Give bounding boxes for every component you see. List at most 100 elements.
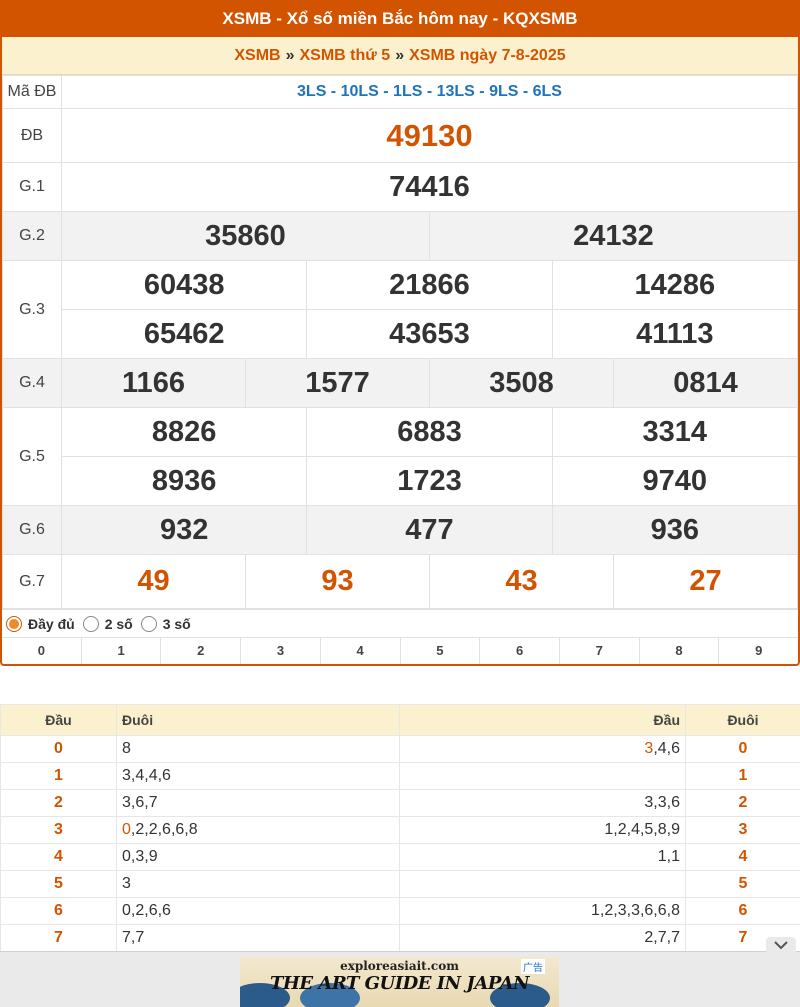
prize-g6-3: 936 bbox=[552, 506, 797, 555]
radio-icon[interactable] bbox=[83, 616, 99, 632]
ad-site: exploreasiait.com bbox=[240, 959, 559, 973]
prize-g4-1: 1166 bbox=[62, 359, 246, 408]
loto-values: 1,1 bbox=[658, 848, 680, 865]
loto-header-dau: Đầu bbox=[1, 705, 117, 736]
loto-table: Đầu Đuôi Đầu Đuôi 0 8 3,4,6 0 1 3,4,4,6 … bbox=[0, 704, 800, 952]
loto-digit: 4 bbox=[686, 844, 800, 871]
loto-values: ,4,6 bbox=[653, 740, 680, 757]
option-full[interactable]: Đầy đủ bbox=[6, 616, 75, 632]
digit-button-4[interactable]: 4 bbox=[320, 638, 400, 664]
loto-values: 7,7 bbox=[122, 929, 144, 946]
breadcrumb: XSMB»XSMB thứ 5»XSMB ngày 7-8-2025 bbox=[2, 37, 798, 75]
loto-values: 3 bbox=[122, 875, 131, 892]
digit-highlight-bar: 0 1 2 3 4 5 6 7 8 9 bbox=[2, 637, 798, 664]
prize-g5-5: 1723 bbox=[307, 457, 552, 506]
loto-right-values bbox=[400, 763, 686, 790]
loto-values: 1,2,4,5,8,9 bbox=[604, 821, 680, 838]
prize-g7-3: 43 bbox=[429, 555, 613, 609]
display-options: Đầy đủ 2 số 3 số bbox=[2, 609, 798, 637]
prize-label-g3: G.3 bbox=[3, 261, 62, 359]
loto-right-values: 1,2,3,3,6,6,8 bbox=[400, 898, 686, 925]
digit-button-6[interactable]: 6 bbox=[479, 638, 559, 664]
special-codes: 3LS - 10LS - 1LS - 13LS - 9LS - 6LS bbox=[62, 76, 798, 109]
prize-g1: 74416 bbox=[62, 163, 798, 212]
prize-g5-1: 8826 bbox=[62, 408, 307, 457]
prize-g5-3: 3314 bbox=[552, 408, 797, 457]
loto-values: 2,7,7 bbox=[644, 929, 680, 946]
digit-button-0[interactable]: 0 bbox=[2, 638, 81, 664]
option-3-digits[interactable]: 3 số bbox=[141, 616, 191, 632]
loto-right-values: 2,7,7 bbox=[400, 925, 686, 952]
prize-label-g2: G.2 bbox=[3, 212, 62, 261]
loto-left-values: 3,6,7 bbox=[117, 790, 400, 817]
breadcrumb-xsmb[interactable]: XSMB bbox=[234, 47, 280, 64]
table-row: 1 3,4,4,6 1 bbox=[1, 763, 800, 790]
prize-label-g1: G.1 bbox=[3, 163, 62, 212]
digit-button-3[interactable]: 3 bbox=[240, 638, 320, 664]
ad-headline: THE ART GUIDE IN JAPAN bbox=[240, 973, 559, 994]
ad-collapse-button[interactable] bbox=[766, 937, 796, 953]
prize-g2-1: 35860 bbox=[62, 212, 430, 261]
digit-button-2[interactable]: 2 bbox=[160, 638, 240, 664]
loto-values: 8 bbox=[122, 740, 131, 757]
prize-label-g5: G.5 bbox=[3, 408, 62, 506]
breadcrumb-weekday[interactable]: XSMB thứ 5 bbox=[300, 47, 391, 64]
loto-digit: 6 bbox=[686, 898, 800, 925]
loto-digit: 2 bbox=[1, 790, 117, 817]
loto-right-values: 1,2,4,5,8,9 bbox=[400, 817, 686, 844]
digit-button-7[interactable]: 7 bbox=[559, 638, 639, 664]
loto-digit: 1 bbox=[686, 763, 800, 790]
digit-button-9[interactable]: 9 bbox=[718, 638, 798, 664]
loto-highlight: 0 bbox=[122, 821, 131, 838]
loto-values: 3,4,4,6 bbox=[122, 767, 171, 784]
prize-g4-4: 0814 bbox=[613, 359, 797, 408]
loto-left-values: 3,4,4,6 bbox=[117, 763, 400, 790]
loto-right-values: 1,1 bbox=[400, 844, 686, 871]
option-label: 3 số bbox=[163, 616, 191, 632]
loto-digit: 1 bbox=[1, 763, 117, 790]
prize-g3-5: 43653 bbox=[307, 310, 552, 359]
table-row: 3 0,2,2,6,6,8 1,2,4,5,8,9 3 bbox=[1, 817, 800, 844]
loto-right-values: 3,3,6 bbox=[400, 790, 686, 817]
digit-button-1[interactable]: 1 bbox=[81, 638, 161, 664]
prize-g3-3: 14286 bbox=[552, 261, 797, 310]
table-row: 0 8 3,4,6 0 bbox=[1, 736, 800, 763]
prize-g5-2: 6883 bbox=[307, 408, 552, 457]
loto-digit: 6 bbox=[1, 898, 117, 925]
prize-g4-3: 3508 bbox=[429, 359, 613, 408]
prize-label-g4: G.4 bbox=[3, 359, 62, 408]
prize-g6-1: 932 bbox=[62, 506, 307, 555]
table-row: 2 3,6,7 3,3,6 2 bbox=[1, 790, 800, 817]
loto-digit: 0 bbox=[1, 736, 117, 763]
loto-right-values bbox=[400, 871, 686, 898]
prize-g7-4: 27 bbox=[613, 555, 797, 609]
loto-right-values: 3,4,6 bbox=[400, 736, 686, 763]
option-label: Đầy đủ bbox=[28, 616, 75, 632]
chevron-down-icon bbox=[774, 940, 788, 950]
prize-g7-1: 49 bbox=[62, 555, 246, 609]
digit-button-5[interactable]: 5 bbox=[400, 638, 480, 664]
prize-g7-2: 93 bbox=[245, 555, 429, 609]
digit-button-8[interactable]: 8 bbox=[639, 638, 719, 664]
loto-digit: 4 bbox=[1, 844, 117, 871]
radio-icon[interactable] bbox=[141, 616, 157, 632]
prize-g3-4: 65462 bbox=[62, 310, 307, 359]
loto-digit: 0 bbox=[686, 736, 800, 763]
radio-selected-icon[interactable] bbox=[6, 616, 22, 632]
breadcrumb-date[interactable]: XSMB ngày 7-8-2025 bbox=[409, 47, 566, 64]
prize-g5-6: 9740 bbox=[552, 457, 797, 506]
page-title: XSMB - Xổ số miền Bắc hôm nay - KQXSMB bbox=[2, 0, 798, 37]
code-label: Mã ĐB bbox=[3, 76, 62, 109]
loto-left-values: 7,7 bbox=[117, 925, 400, 952]
prize-label-db: ĐB bbox=[3, 109, 62, 163]
loto-left-values: 0,2,6,6 bbox=[117, 898, 400, 925]
prize-label-g7: G.7 bbox=[3, 555, 62, 609]
table-row: 7 7,7 2,7,7 7 bbox=[1, 925, 800, 952]
loto-left-values: 3 bbox=[117, 871, 400, 898]
table-row: 6 0,2,6,6 1,2,3,3,6,6,8 6 bbox=[1, 898, 800, 925]
option-2-digits[interactable]: 2 số bbox=[83, 616, 133, 632]
loto-values: 0,3,9 bbox=[122, 848, 158, 865]
ad-tag[interactable]: 广告 bbox=[521, 959, 545, 974]
ad-banner[interactable]: exploreasiait.com THE ART GUIDE IN JAPAN… bbox=[240, 957, 559, 1007]
breadcrumb-sep: » bbox=[286, 47, 295, 64]
